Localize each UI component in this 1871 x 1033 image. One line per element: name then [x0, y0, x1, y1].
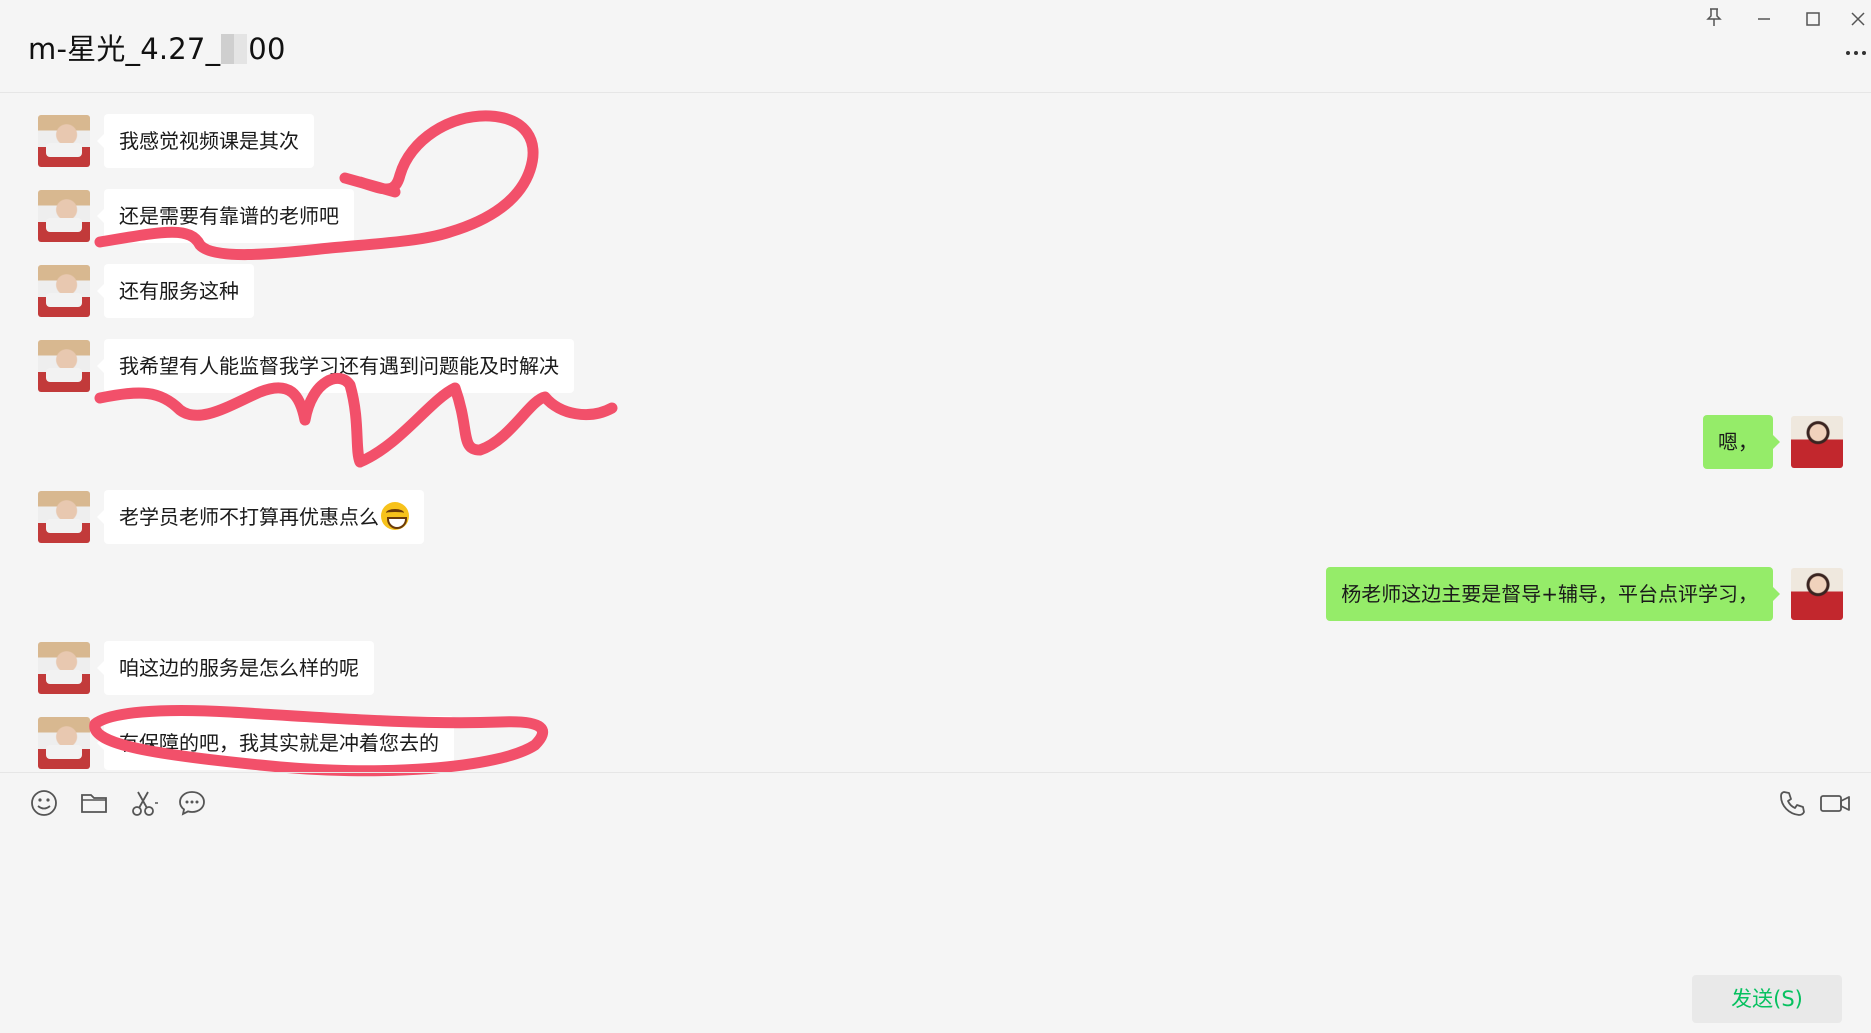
contact-avatar[interactable] [38, 190, 90, 242]
minimize-button[interactable] [1747, 6, 1781, 34]
more-dots-icon [1846, 51, 1866, 55]
message-text: 老学员老师不打算再优惠点么 [119, 505, 379, 529]
chat-title: m-星光_4.27_ 00 [28, 26, 286, 68]
grinning-emoji-icon [381, 502, 409, 530]
folder-icon [81, 794, 107, 813]
maximize-button[interactable] [1796, 6, 1830, 34]
my-avatar[interactable] [1791, 568, 1843, 620]
incoming-message-bubble[interactable]: 我感觉视频课是其次 [97, 114, 314, 168]
chat-history-button[interactable] [176, 787, 208, 819]
chat-toolbar [0, 772, 1871, 833]
pin-icon [1706, 8, 1722, 26]
close-button[interactable] [1845, 6, 1871, 34]
my-avatar[interactable] [1791, 416, 1843, 468]
message-list[interactable]: 我感觉视频课是其次 还是需要有靠谱的老师吧 还有服务这种 我希望有人能监督我学习… [0, 93, 1871, 770]
scissors-icon [132, 791, 158, 816]
video-call-icon [1820, 795, 1850, 812]
emoji-button[interactable] [28, 787, 60, 819]
video-call-button[interactable] [1818, 787, 1852, 819]
chat-title-prefix: m-星光_4.27_ [28, 32, 221, 66]
incoming-message-bubble[interactable]: 还是需要有靠谱的老师吧 [97, 189, 354, 243]
emoji-icon [31, 790, 57, 816]
outgoing-message-bubble[interactable]: 嗯， [1703, 415, 1780, 469]
message-input[interactable] [28, 843, 1842, 967]
send-file-button[interactable] [78, 787, 110, 819]
close-icon [1851, 12, 1865, 26]
contact-avatar[interactable] [38, 491, 90, 543]
screenshot-button[interactable] [128, 787, 160, 819]
contact-avatar[interactable] [38, 642, 90, 694]
incoming-message-bubble[interactable]: 还有服务这种 [97, 264, 254, 318]
incoming-message-bubble[interactable]: 我希望有人能监督我学习还有遇到问题能及时解决 [97, 339, 574, 393]
send-button[interactable]: 发送(S) [1692, 975, 1842, 1023]
incoming-message-bubble[interactable]: 有保障的吧，我其实就是冲着您去的 [97, 716, 454, 770]
message-input-area: 发送(S) [0, 833, 1871, 1033]
more-options-button[interactable] [1845, 40, 1871, 64]
incoming-message-bubble[interactable]: 老学员老师不打算再优惠点么 [97, 490, 424, 544]
maximize-icon [1806, 12, 1820, 26]
outgoing-message-bubble[interactable]: 杨老师这边主要是督导+辅导，平台点评学习， [1326, 567, 1780, 621]
contact-avatar[interactable] [38, 115, 90, 167]
contact-avatar[interactable] [38, 340, 90, 392]
contact-avatar[interactable] [38, 265, 90, 317]
voice-call-button[interactable] [1776, 787, 1808, 819]
contact-avatar[interactable] [38, 717, 90, 769]
title-bar: m-星光_4.27_ 00 [0, 0, 1871, 93]
chat-history-icon [179, 791, 205, 816]
minimize-icon [1758, 18, 1770, 20]
chat-title-suffix: 00 [248, 32, 286, 66]
incoming-message-bubble[interactable]: 咱这边的服务是怎么样的呢 [97, 641, 374, 695]
pin-button[interactable] [1697, 6, 1731, 34]
redacted-mosaic [221, 34, 248, 64]
phone-icon [1780, 791, 1805, 816]
